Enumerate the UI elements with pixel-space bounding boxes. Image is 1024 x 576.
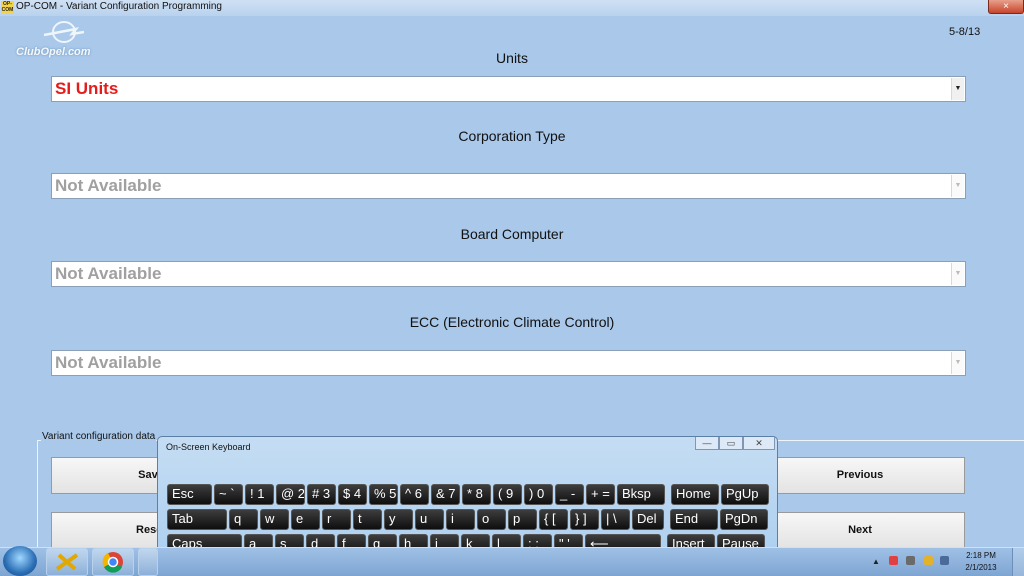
key-6[interactable]: ^ 6 bbox=[400, 484, 429, 505]
key-sym0-12[interactable]: _ - bbox=[555, 484, 584, 505]
key-5[interactable]: % 5 bbox=[369, 484, 398, 505]
units-dropdown[interactable]: SI Units ▼ bbox=[51, 76, 966, 102]
chrome-icon bbox=[102, 552, 123, 573]
key-sym1-12[interactable]: } ] bbox=[570, 509, 599, 530]
device-icon[interactable] bbox=[906, 556, 915, 565]
osk-minimize-button[interactable]: — bbox=[695, 437, 719, 450]
window-close-button[interactable]: × bbox=[988, 0, 1024, 14]
start-button[interactable] bbox=[3, 546, 37, 576]
board-computer-value: Not Available bbox=[55, 264, 162, 283]
osk-restore-button[interactable]: ▭ bbox=[719, 437, 743, 450]
previous-button[interactable]: Previous bbox=[755, 457, 965, 494]
corporation-type-value: Not Available bbox=[55, 176, 162, 195]
key-7[interactable]: & 7 bbox=[431, 484, 460, 505]
key-del[interactable]: Del bbox=[632, 509, 664, 530]
clock[interactable]: 2:18 PM 2/1/2013 bbox=[962, 550, 1000, 574]
units-value: SI Units bbox=[55, 79, 119, 98]
key-3[interactable]: # 3 bbox=[307, 484, 336, 505]
key-esc[interactable]: Esc bbox=[167, 484, 212, 505]
units-label: Units bbox=[496, 50, 528, 66]
next-button[interactable]: Next bbox=[755, 512, 965, 549]
key-y[interactable]: y bbox=[384, 509, 413, 530]
taskbar-app-opcom[interactable] bbox=[46, 548, 88, 576]
key-sym1-13[interactable]: | \ bbox=[601, 509, 630, 530]
action-center-icon[interactable] bbox=[889, 556, 898, 565]
key-tab[interactable]: Tab bbox=[167, 509, 227, 530]
opcom-icon bbox=[55, 553, 79, 571]
key-home[interactable]: Home bbox=[671, 484, 719, 505]
board-computer-label: Board Computer bbox=[460, 226, 564, 242]
key-0[interactable]: ) 0 bbox=[524, 484, 553, 505]
key-1[interactable]: ! 1 bbox=[245, 484, 274, 505]
page-indicator: 5-8/13 bbox=[949, 26, 981, 38]
osk-close-button[interactable]: ✕ bbox=[743, 437, 775, 450]
key-sym0-13[interactable]: + = bbox=[586, 484, 615, 505]
chevron-down-icon[interactable]: ▼ bbox=[951, 78, 964, 100]
taskbar-app-explorer[interactable] bbox=[138, 548, 158, 576]
key-sym0-1[interactable]: ~ ` bbox=[214, 484, 243, 505]
key-w[interactable]: w bbox=[260, 509, 289, 530]
taskbar-app-chrome[interactable] bbox=[92, 548, 134, 576]
tray-expand-icon[interactable]: ▲ bbox=[872, 557, 880, 566]
key-end[interactable]: End bbox=[670, 509, 718, 530]
key-e[interactable]: e bbox=[291, 509, 320, 530]
ecc-dropdown[interactable]: Not Available ▼ bbox=[51, 350, 966, 376]
key-2[interactable]: @ 2 bbox=[276, 484, 305, 505]
key-4[interactable]: $ 4 bbox=[338, 484, 367, 505]
chevron-down-icon[interactable]: ▼ bbox=[951, 352, 964, 374]
key-q[interactable]: q bbox=[229, 509, 258, 530]
key-i[interactable]: i bbox=[446, 509, 475, 530]
app-icon: OP-COM bbox=[1, 1, 14, 14]
power-icon[interactable] bbox=[924, 556, 933, 565]
osk-title: On-Screen Keyboard bbox=[166, 442, 251, 452]
key-r[interactable]: r bbox=[322, 509, 351, 530]
group-label: Variant configuration data bbox=[41, 431, 157, 442]
ecc-value: Not Available bbox=[55, 353, 162, 372]
chevron-down-icon[interactable]: ▼ bbox=[951, 175, 964, 197]
board-computer-dropdown[interactable]: Not Available ▼ bbox=[51, 261, 966, 287]
key-bksp[interactable]: Bksp bbox=[617, 484, 665, 505]
key-u[interactable]: u bbox=[415, 509, 444, 530]
clock-date: 2/1/2013 bbox=[965, 563, 997, 572]
key-pgup[interactable]: PgUp bbox=[721, 484, 769, 505]
corporation-type-label: Corporation Type bbox=[458, 128, 566, 144]
corporation-type-dropdown[interactable]: Not Available ▼ bbox=[51, 173, 966, 199]
key-o[interactable]: o bbox=[477, 509, 506, 530]
chevron-down-icon[interactable]: ▼ bbox=[951, 263, 964, 285]
key-t[interactable]: t bbox=[353, 509, 382, 530]
window-title: OP-COM - Variant Configuration Programmi… bbox=[16, 1, 222, 12]
key-pgdn[interactable]: PgDn bbox=[720, 509, 768, 530]
key-8[interactable]: * 8 bbox=[462, 484, 491, 505]
volume-icon[interactable] bbox=[940, 556, 949, 565]
key-p[interactable]: p bbox=[508, 509, 537, 530]
show-desktop-button[interactable] bbox=[1012, 548, 1024, 576]
clock-time: 2:18 PM bbox=[966, 551, 996, 560]
key-sym1-11[interactable]: { [ bbox=[539, 509, 568, 530]
ecc-label: ECC (Electronic Climate Control) bbox=[409, 314, 615, 330]
key-9[interactable]: ( 9 bbox=[493, 484, 522, 505]
